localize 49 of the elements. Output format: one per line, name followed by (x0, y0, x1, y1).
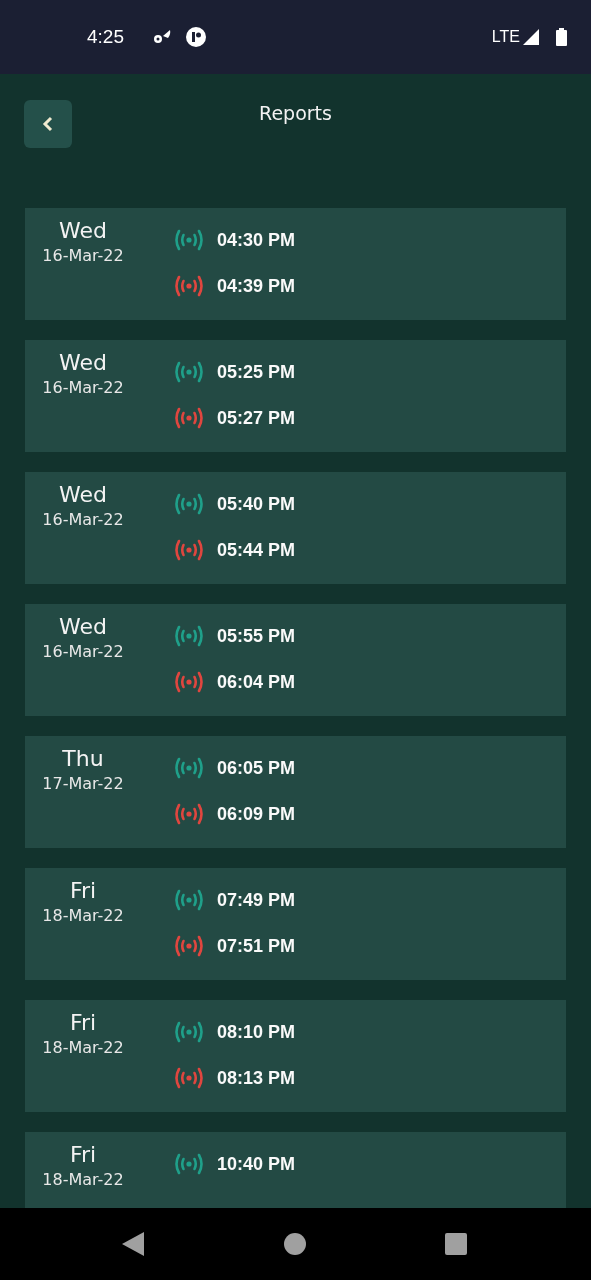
report-date: 16-Mar-22 (42, 642, 124, 661)
report-time: 05:25 PM (217, 361, 296, 383)
report-date: 18-Mar-22 (42, 906, 124, 925)
signal-icon (522, 28, 540, 46)
report-date: 16-Mar-22 (42, 246, 124, 265)
chevron-left-icon (42, 116, 54, 132)
report-time: 05:44 PM (217, 539, 296, 561)
report-time: 07:49 PM (217, 889, 296, 911)
report-time: 05:27 PM (217, 407, 296, 429)
status-time: 4:25 (87, 26, 124, 48)
report-date: 18-Mar-22 (42, 1170, 124, 1189)
report-time: 06:05 PM (217, 757, 296, 779)
report-card[interactable]: Wed 16-Mar-22 04:30 PM 04:39 PM (25, 208, 566, 320)
report-date: 17-Mar-22 (42, 774, 124, 793)
report-time: 06:04 PM (217, 671, 296, 693)
back-button[interactable] (24, 100, 72, 148)
back-nav-icon[interactable] (122, 1232, 144, 1256)
report-date: 18-Mar-22 (42, 1038, 124, 1057)
report-card[interactable]: Wed 16-Mar-22 05:25 PM 05:27 PM (25, 340, 566, 452)
report-time: 06:09 PM (217, 803, 296, 825)
report-time: 08:10 PM (217, 1021, 296, 1043)
report-day: Wed (59, 218, 107, 243)
report-time: 07:51 PM (217, 935, 296, 957)
report-time: 04:30 PM (217, 229, 296, 251)
report-card[interactable]: Wed 16-Mar-22 05:55 PM 06:04 PM (25, 604, 566, 716)
app-logo-icon (186, 27, 206, 47)
report-time: 05:55 PM (217, 625, 296, 647)
report-day: Fri (69, 1142, 97, 1167)
report-card[interactable]: Fri 18-Mar-22 07:49 PM 07:51 PM (25, 868, 566, 980)
home-nav-icon[interactable] (283, 1233, 306, 1255)
report-time: 08:13 PM (217, 1067, 296, 1089)
report-day: Wed (59, 350, 107, 375)
report-day: Fri (69, 1010, 97, 1035)
report-time: 05:40 PM (217, 493, 296, 515)
report-card[interactable]: Fri 18-Mar-22 08:10 PM 08:13 PM (25, 1000, 566, 1112)
battery-icon (556, 28, 567, 46)
report-day: Wed (59, 614, 107, 639)
report-time: 10:40 PM (217, 1153, 296, 1175)
report-card[interactable]: Thu 17-Mar-22 06:05 PM 06:09 PM (25, 736, 566, 848)
report-date: 16-Mar-22 (42, 510, 124, 529)
report-card[interactable]: Fri 18-Mar-22 10:40 PM (25, 1132, 566, 1208)
report-time: 04:39 PM (217, 275, 296, 297)
report-day: Wed (59, 482, 107, 507)
report-card[interactable]: Wed 16-Mar-22 05:40 PM 05:44 PM (25, 472, 566, 584)
page-title: Reports (258, 102, 333, 124)
report-date: 16-Mar-22 (42, 378, 124, 397)
network-label: LTE (491, 28, 520, 46)
report-day: Fri (69, 878, 97, 903)
report-day: Thu (62, 746, 104, 771)
